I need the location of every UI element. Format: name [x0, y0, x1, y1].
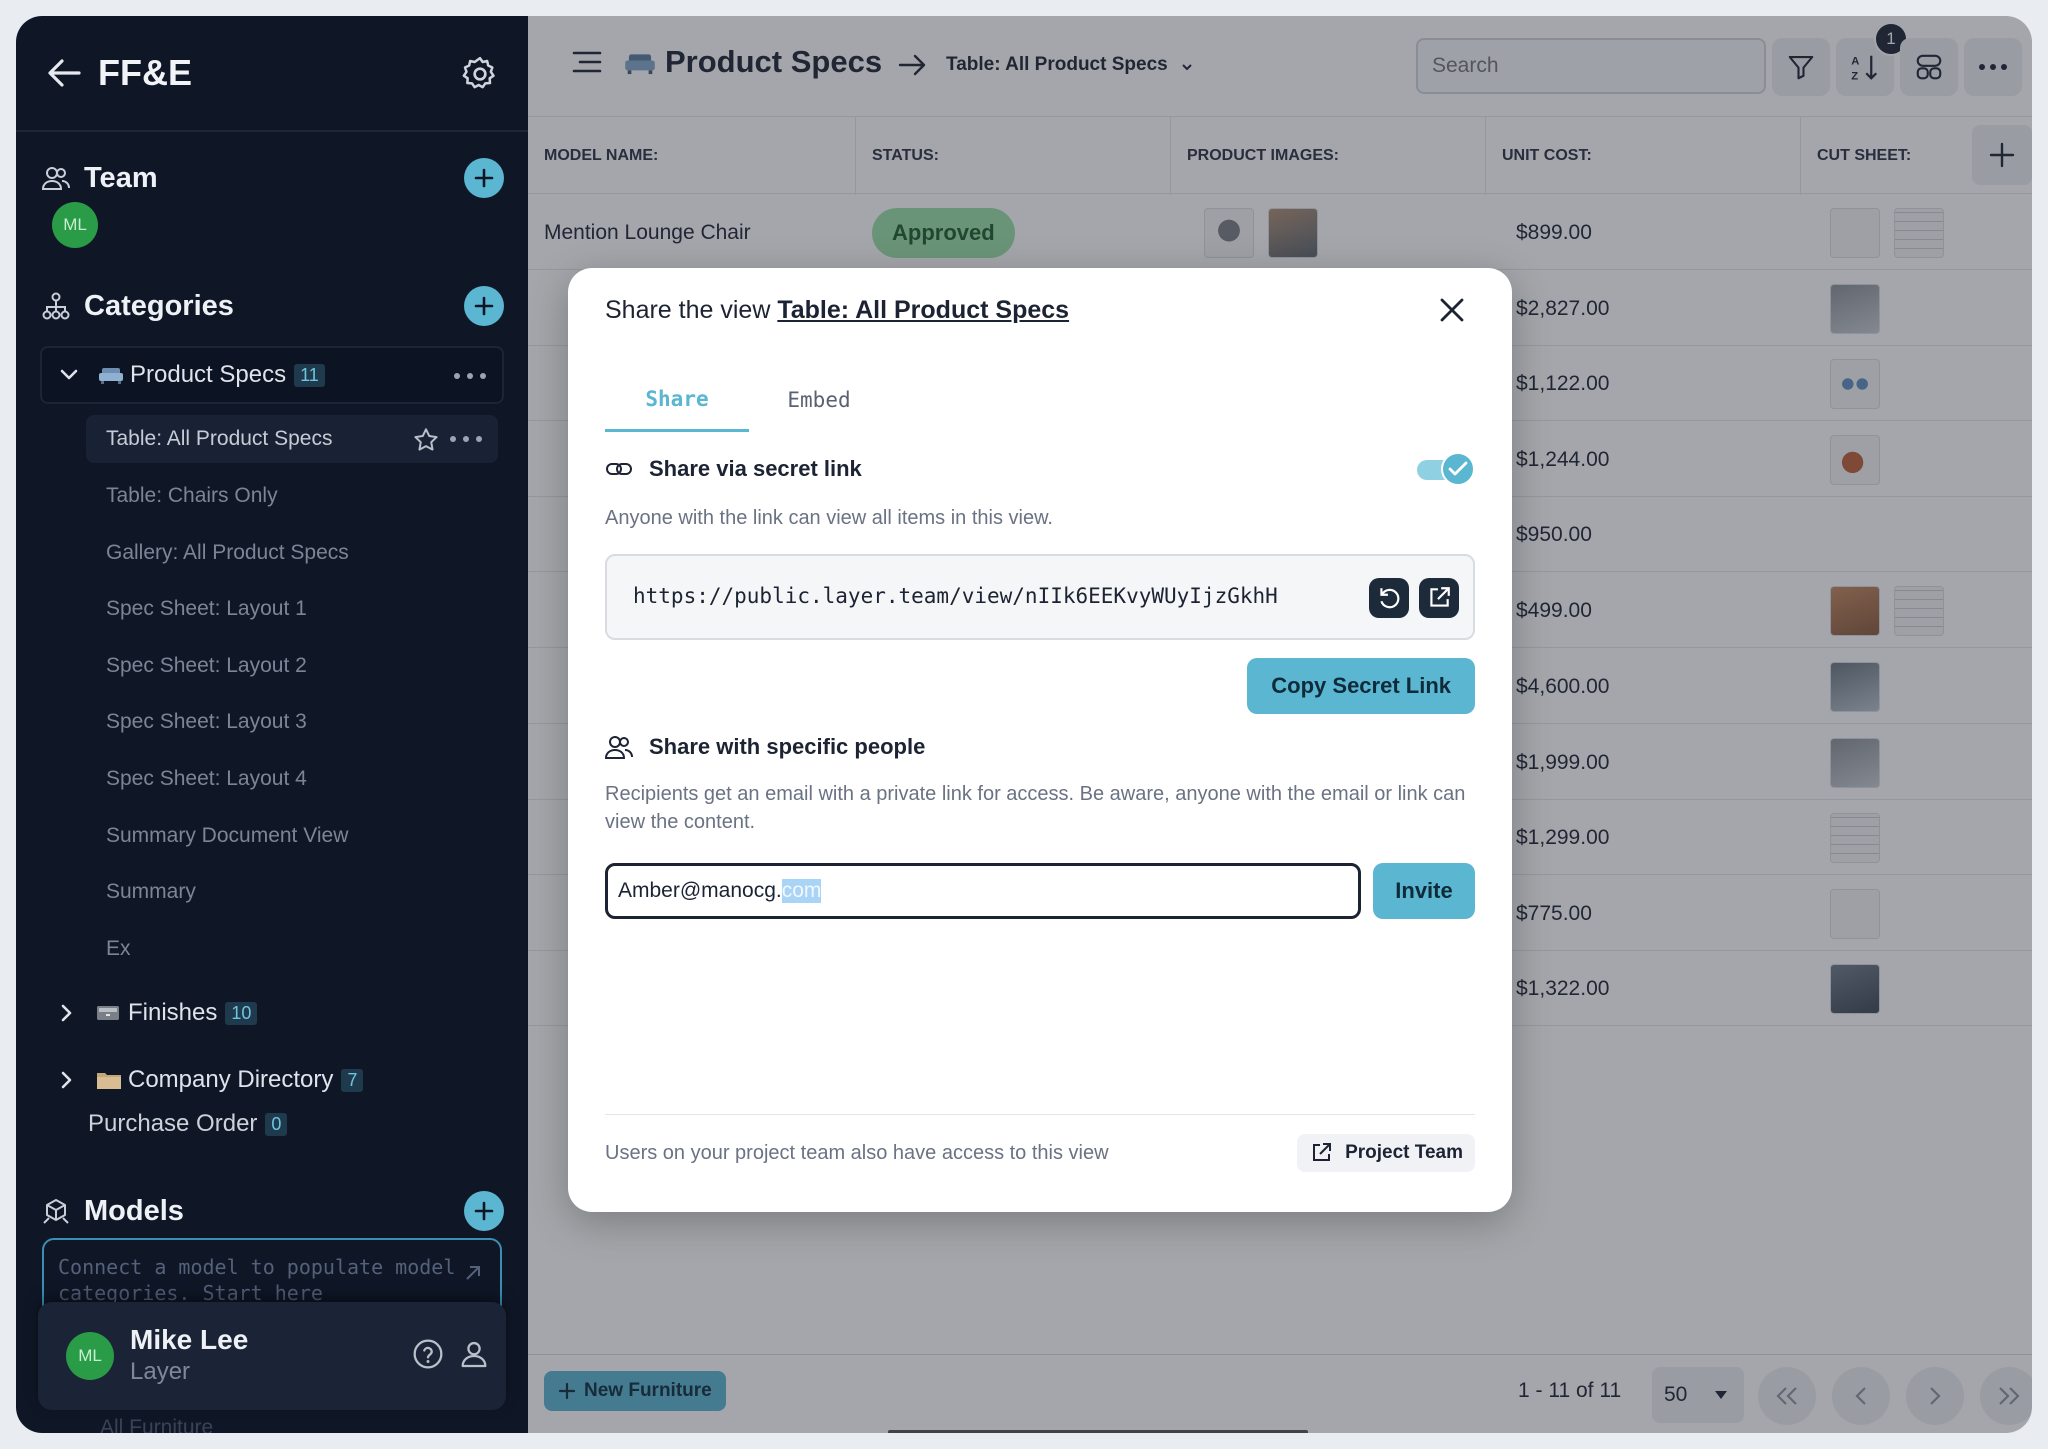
- app-window: FF&E Team ML Categories Product Specs 11…: [16, 16, 2032, 1433]
- back-arrow-icon[interactable]: [44, 53, 84, 93]
- view-item[interactable]: Ex: [86, 925, 498, 973]
- email-input[interactable]: Amber@manocg. com: [605, 863, 1361, 919]
- view-item[interactable]: Spec Sheet: Layout 4: [86, 755, 498, 803]
- add-team-button[interactable]: [464, 158, 504, 198]
- arrow-up-right-icon: [462, 1262, 486, 1286]
- team-icon: [40, 162, 72, 194]
- open-link-button[interactable]: [1419, 578, 1459, 618]
- more-options-icon[interactable]: [450, 427, 482, 451]
- purchase-order-label: Purchase Order: [88, 1110, 258, 1137]
- chevron-right-icon[interactable]: [54, 1067, 80, 1093]
- chevron-down-icon[interactable]: [56, 362, 82, 388]
- copy-secret-link-button[interactable]: Copy Secret Link: [1247, 658, 1475, 714]
- view-item[interactable]: Spec Sheet: Layout 3: [86, 698, 498, 746]
- tab-embed[interactable]: Embed: [749, 368, 889, 432]
- email-input-value: Amber@manocg.: [618, 879, 782, 902]
- share-people-row: Share with specific people: [605, 730, 1475, 764]
- faded-sidebar-item: All Furniture: [100, 1416, 214, 1433]
- modal-title: Share the view Table: All Product Specs: [605, 296, 1069, 325]
- share-people-description: Recipients get an email with a private l…: [605, 783, 1466, 833]
- check-icon: [1448, 461, 1468, 476]
- categories-section: Categories: [40, 282, 504, 330]
- add-category-button[interactable]: [464, 286, 504, 326]
- folder-icon: [96, 1069, 122, 1091]
- sidebar: FF&E Team ML Categories Product Specs 11…: [16, 16, 528, 1433]
- view-item[interactable]: Summary Document View: [86, 812, 498, 860]
- modal-divider: [605, 1114, 1475, 1115]
- secret-link-field[interactable]: https://public.layer.team/view/nIIk6EEKv…: [605, 554, 1475, 640]
- category-count: 11: [294, 363, 325, 387]
- modal-title-prefix: Share the view: [605, 296, 771, 324]
- category-label: Finishes: [128, 999, 218, 1026]
- category-count: 10: [225, 1001, 258, 1025]
- user-avatar[interactable]: ML: [66, 1332, 114, 1380]
- gear-icon[interactable]: [460, 54, 500, 94]
- sofa-icon: [98, 364, 124, 386]
- categories-label: Categories: [84, 289, 234, 322]
- project-team-label: Project Team: [1345, 1142, 1463, 1163]
- chevron-right-icon[interactable]: [54, 1000, 80, 1026]
- models-label: Models: [84, 1194, 184, 1227]
- models-section: Models: [40, 1187, 504, 1235]
- secret-link-description: Anyone with the link can view all items …: [605, 507, 1053, 529]
- view-item[interactable]: Spec Sheet: Layout 1: [86, 585, 498, 633]
- close-icon[interactable]: [1436, 294, 1468, 326]
- drawer-icon: [96, 1002, 122, 1024]
- external-link-icon: [1430, 587, 1450, 607]
- view-label: Table: All Product Specs: [106, 427, 333, 450]
- share-tabs: Share Embed: [605, 368, 1475, 432]
- add-model-button[interactable]: [464, 1191, 504, 1231]
- tab-share[interactable]: Share: [605, 368, 749, 432]
- category-company-directory[interactable]: Company Directory 7: [40, 1051, 504, 1109]
- category-label: Product Specs: [130, 361, 287, 388]
- share-view-modal: Share the view Table: All Product Specs …: [568, 268, 1512, 1212]
- more-options-icon[interactable]: [454, 364, 486, 388]
- connect-model-text: Connect a model to populate model catego…: [58, 1255, 456, 1305]
- people-icon: [605, 736, 633, 759]
- view-item[interactable]: Spec Sheet: Layout 2: [86, 642, 498, 690]
- user-card: ML Mike Lee Layer: [38, 1302, 506, 1410]
- view-item[interactable]: Summary: [86, 868, 498, 916]
- user-org: Layer: [130, 1358, 191, 1385]
- star-icon[interactable]: [412, 426, 440, 454]
- team-member-avatar[interactable]: ML: [52, 202, 98, 248]
- secret-link-label: Share via secret link: [649, 456, 862, 481]
- purchase-order-item[interactable]: Purchase Order 0: [88, 1110, 288, 1138]
- external-link-icon: [1313, 1143, 1332, 1161]
- modal-title-view-link[interactable]: Table: All Product Specs: [777, 296, 1069, 324]
- invite-button[interactable]: Invite: [1373, 863, 1475, 919]
- category-count: 7: [341, 1068, 364, 1092]
- regenerate-link-button[interactable]: [1369, 578, 1409, 618]
- sidebar-title: FF&E: [98, 52, 192, 93]
- link-icon: [606, 463, 632, 475]
- view-item-active[interactable]: Table: All Product Specs: [86, 415, 498, 463]
- secret-link-toggle[interactable]: [1417, 452, 1475, 486]
- refresh-icon: [1380, 588, 1400, 609]
- view-item[interactable]: Gallery: All Product Specs: [86, 529, 498, 577]
- user-name: Mike Lee: [130, 1324, 249, 1355]
- cube-network-icon: [40, 1195, 72, 1227]
- project-team-note: Users on your project team also have acc…: [605, 1142, 1109, 1164]
- category-finishes[interactable]: Finishes 10: [40, 984, 504, 1042]
- help-icon[interactable]: [412, 1338, 446, 1372]
- secret-link-row: Share via secret link: [605, 452, 1475, 486]
- team-label: Team: [84, 161, 158, 194]
- user-profile-icon[interactable]: [458, 1338, 492, 1372]
- secret-link-url: https://public.layer.team/view/nIIk6EEKv…: [633, 584, 1278, 608]
- project-team-button[interactable]: Project Team: [1297, 1134, 1475, 1172]
- team-section: Team: [40, 154, 504, 202]
- share-people-label: Share with specific people: [649, 734, 926, 759]
- category-label: Company Directory: [128, 1066, 334, 1093]
- hierarchy-icon: [40, 290, 72, 322]
- category-product-specs[interactable]: Product Specs 11: [40, 346, 504, 404]
- email-input-selection: com: [781, 879, 822, 903]
- purchase-order-count: 0: [265, 1112, 288, 1136]
- sidebar-header: FF&E: [16, 16, 528, 132]
- view-item[interactable]: Table: Chairs Only: [86, 472, 498, 520]
